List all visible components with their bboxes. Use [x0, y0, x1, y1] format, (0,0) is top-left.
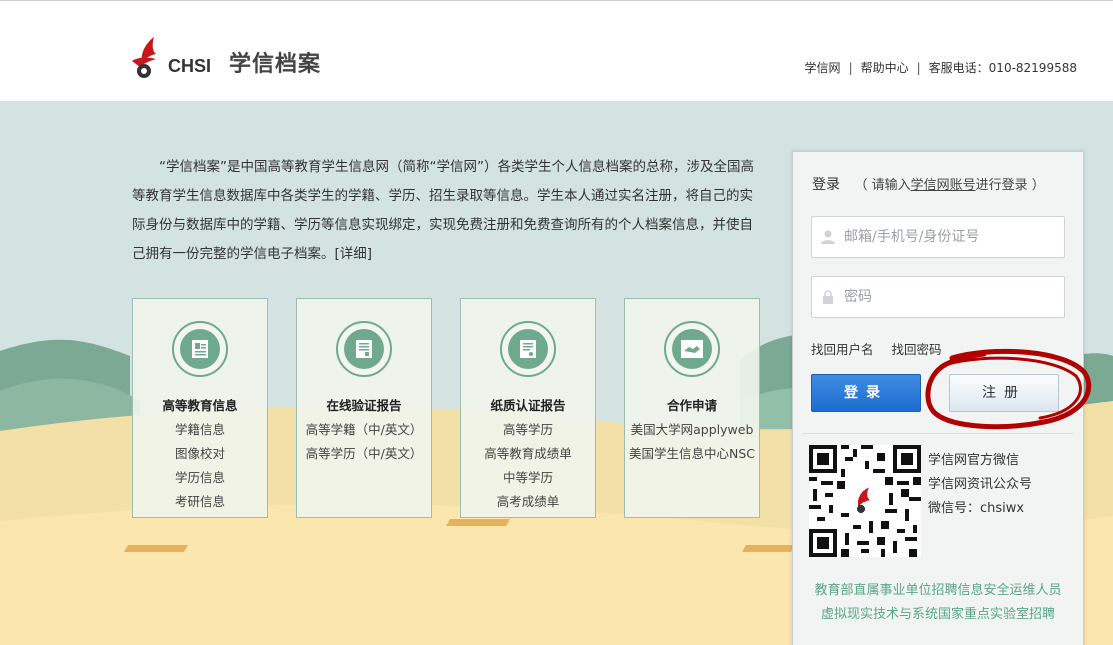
chsi-bird-logo-icon: [130, 35, 168, 81]
card-link[interactable]: 学历信息: [133, 466, 267, 490]
user-icon: [820, 229, 836, 245]
customer-service-phone: 客服电话：010-82199588: [928, 61, 1077, 75]
intro-paragraph: “学信档案”是中国高等教育学生信息网（简称“学信网”）各类学生个人信息档案的总称…: [132, 159, 754, 262]
lock-icon: [820, 289, 836, 305]
card-paper-certificate: 纸质认证报告 高等学历 高等教育成绩单 中等学历 高考成绩单: [460, 298, 596, 518]
card-link[interactable]: 美国学生信息中心NSC: [625, 442, 759, 466]
detail-link[interactable]: [详细]: [335, 246, 373, 262]
intro-text-block: “学信档案”是中国高等教育学生信息网（简称“学信网”）各类学生个人信息档案的总称…: [132, 153, 764, 269]
red-annotation-circle: [925, 348, 1092, 430]
logo-text: CHSI: [168, 56, 212, 76]
site-logo[interactable]: CHSI 学信档案: [130, 31, 321, 81]
card-title[interactable]: 高等教育信息: [133, 395, 267, 414]
card-link[interactable]: 高等学历: [461, 418, 595, 442]
wechat-line: 学信网官方微信: [928, 453, 1020, 468]
notice-link[interactable]: 教育部直属事业单位招聘信息安全运维人员: [793, 579, 1083, 603]
card-link[interactable]: 图像校对: [133, 442, 267, 466]
paper-certificate-icon[interactable]: [500, 321, 556, 377]
login-title: 登录: [812, 177, 840, 193]
card-link[interactable]: 学籍信息: [133, 418, 267, 442]
wechat-line: 学信网资讯公众号: [928, 477, 1033, 492]
card-higher-education-info: 高等教育信息 学籍信息 图像校对 学历信息 考研信息: [132, 298, 268, 518]
login-heading: 登录 （ 请输入学信网账号进行登录 ）: [812, 174, 1045, 194]
verification-report-icon[interactable]: [336, 321, 392, 377]
wechat-id: 微信号：chsiwx: [928, 501, 1025, 516]
username-input[interactable]: [842, 217, 1061, 257]
card-link[interactable]: 高等教育成绩单: [461, 442, 595, 466]
forgot-username-link[interactable]: 找回用户名: [811, 342, 874, 357]
wechat-qr-code: [809, 445, 921, 557]
wechat-info: 学信网官方微信 学信网资讯公众号 微信号：chsiwx: [928, 449, 1032, 521]
chsi-account-link[interactable]: 学信网账号: [911, 178, 976, 193]
password-input[interactable]: [842, 277, 1061, 317]
notice-link[interactable]: 虚拟现实技术与系统国家重点实验室招聘: [793, 603, 1083, 627]
card-title[interactable]: 合作申请: [625, 395, 759, 414]
link-help-center[interactable]: 帮助中心: [861, 59, 909, 76]
card-online-verification: 在线验证报告 高等学籍（中/英文） 高等学历（中/英文）: [296, 298, 432, 518]
card-title[interactable]: 纸质认证报告: [461, 395, 595, 414]
divider: [803, 433, 1073, 434]
password-field[interactable]: [811, 276, 1065, 318]
link-chsi-home[interactable]: 学信网: [805, 59, 841, 76]
card-link[interactable]: 考研信息: [133, 490, 267, 514]
login-hint: （ 请输入学信网账号进行登录 ）: [854, 178, 1045, 193]
card-link[interactable]: 高等学籍（中/英文）: [297, 418, 431, 442]
notice-list: 教育部直属事业单位招聘信息安全运维人员 虚拟现实技术与系统国家重点实验室招聘: [793, 579, 1083, 627]
separator: |: [848, 60, 853, 75]
separator: |: [916, 60, 921, 75]
site-title: 学信档案: [229, 52, 322, 77]
card-link[interactable]: 中等学历: [461, 466, 595, 490]
header-links: 学信网 | 帮助中心 | 客服电话：010-82199588: [805, 59, 1077, 76]
card-title[interactable]: 在线验证报告: [297, 395, 431, 414]
login-button[interactable]: 登录: [811, 374, 921, 412]
card-link[interactable]: 高考成绩单: [461, 490, 595, 514]
student-record-icon[interactable]: [172, 321, 228, 377]
handshake-icon[interactable]: [664, 321, 720, 377]
card-cooperation: 合作申请 美国大学网applyweb 美国学生信息中心NSC: [624, 298, 760, 518]
site-header: CHSI 学信档案 学信网 | 帮助中心 | 客服电话：010-82199588: [0, 1, 1113, 101]
card-link[interactable]: 高等学历（中/英文）: [297, 442, 431, 466]
card-link[interactable]: 美国大学网applyweb: [625, 418, 759, 442]
username-field[interactable]: [811, 216, 1065, 258]
